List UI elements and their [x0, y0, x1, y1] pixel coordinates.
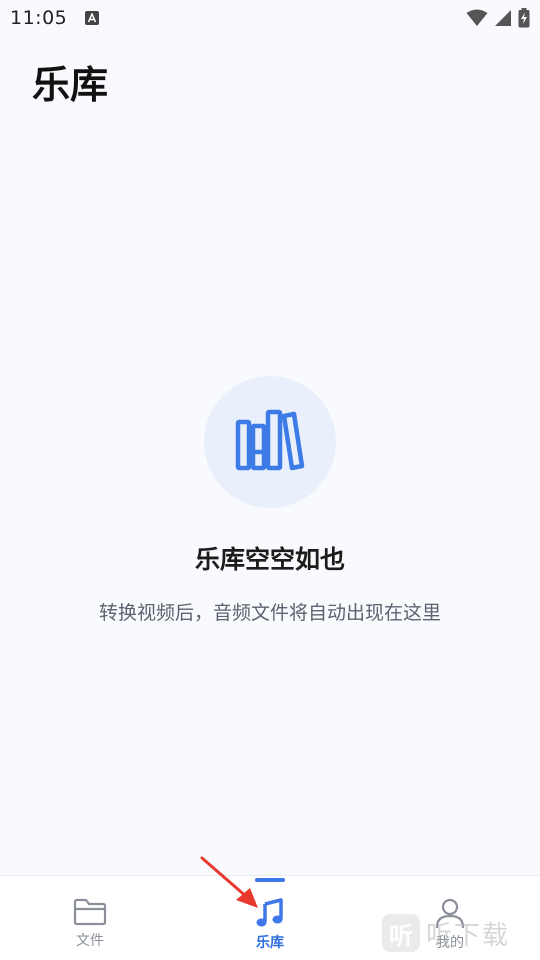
wifi-icon	[466, 9, 488, 26]
tab-files[interactable]: 文件	[0, 876, 180, 960]
signal-icon	[495, 10, 511, 26]
status-icons	[466, 8, 530, 28]
status-bar: 11:05	[0, 0, 540, 36]
tab-files-label: 文件	[76, 933, 104, 949]
watermark-logo: 听	[382, 914, 420, 952]
empty-state-illustration	[204, 376, 336, 508]
empty-state-title: 乐库空空如也	[194, 545, 345, 574]
battery-charging-icon	[518, 8, 530, 28]
annotation-arrow-icon	[200, 856, 258, 908]
watermark-text: 听下载	[426, 920, 511, 951]
books-icon	[235, 409, 305, 471]
a-notification-icon	[85, 11, 100, 25]
folder-icon	[73, 898, 107, 926]
empty-state-description: 转换视频后，音频文件将自动出现在这里	[98, 602, 441, 624]
page-title: 乐库	[32, 63, 109, 107]
watermark: 听 听下载	[382, 914, 510, 952]
status-time: 11:05	[10, 7, 68, 29]
tab-library-label: 乐库	[256, 935, 284, 951]
